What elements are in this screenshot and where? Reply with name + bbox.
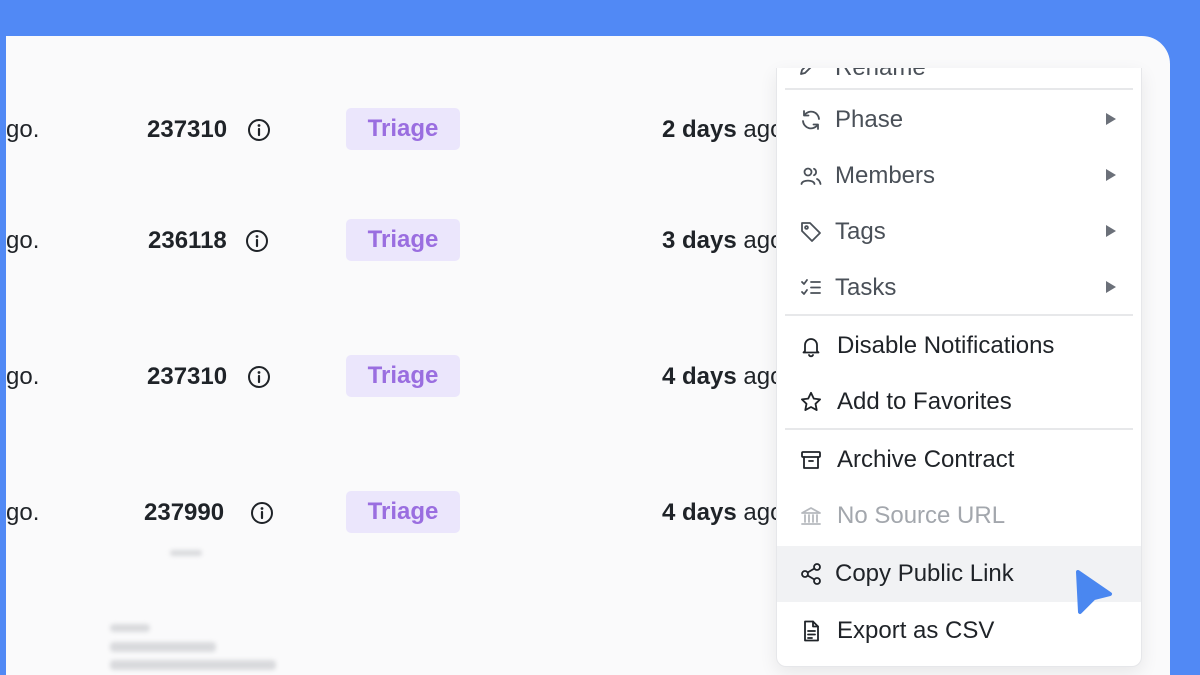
contract-id: 237310: [147, 363, 228, 390]
updated-ago: go.: [6, 363, 40, 390]
menu-label: Export as CSV: [837, 617, 995, 644]
menu-divider: [785, 428, 1133, 430]
due-text: 4 days ago: [662, 363, 784, 390]
menu-label: Disable Notifications: [837, 332, 1055, 359]
menu-item-archive-contract[interactable]: Archive Contract: [777, 432, 1141, 488]
menu-divider: [785, 314, 1133, 316]
blurred-text: [110, 624, 150, 632]
due-text: 2 days ago: [662, 116, 784, 143]
menu-label: Add to Favorites: [837, 388, 1012, 415]
menu-label: Tags: [835, 218, 886, 245]
checklist-icon: [801, 279, 821, 295]
contract-id: 237310: [147, 116, 228, 143]
chevron-right-icon: [1106, 113, 1116, 125]
menu-item-add-to-favorites[interactable]: Add to Favorites: [777, 374, 1141, 430]
blurred-text: [110, 660, 276, 670]
archive-icon: [801, 451, 821, 469]
status-badge: Triage: [346, 355, 460, 397]
info-icon[interactable]: [247, 365, 271, 389]
table-row[interactable]: go. 237990 Triage 4 days ago: [6, 483, 786, 543]
menu-label: Archive Contract: [837, 446, 1015, 473]
table-row[interactable]: go. 237310 Triage 4 days ago: [6, 347, 786, 407]
pencil-icon: [800, 68, 812, 75]
star-icon: [801, 391, 821, 411]
updated-ago: go.: [6, 227, 40, 254]
chevron-right-icon: [1106, 169, 1116, 181]
table-row[interactable]: go. 237310 Triage 2 days ago: [6, 100, 786, 160]
menu-item-phase[interactable]: Phase: [777, 92, 1141, 148]
table-row[interactable]: go. 236118 Triage 3 days ago: [6, 211, 786, 271]
status-badge: Triage: [346, 491, 460, 533]
blurred-text: [110, 642, 216, 652]
blurred-text: [170, 550, 202, 556]
tag-icon: [801, 222, 821, 242]
status-badge: Triage: [346, 219, 460, 261]
updated-ago: go.: [6, 116, 40, 143]
status-badge: Triage: [346, 108, 460, 150]
menu-label: No Source URL: [837, 502, 1006, 529]
chevron-right-icon: [1106, 281, 1116, 293]
menu-label: Copy Public Link: [835, 560, 1014, 587]
due-text: 3 days ago: [662, 227, 784, 254]
updated-ago: go.: [6, 499, 40, 526]
mouse-cursor-icon: [1076, 570, 1112, 614]
users-icon: [800, 167, 822, 185]
menu-divider: [785, 88, 1133, 90]
refresh-icon: [802, 110, 820, 130]
menu-label: Phase: [835, 106, 904, 133]
info-icon[interactable]: [247, 118, 271, 142]
menu-item-tags[interactable]: Tags: [777, 204, 1141, 260]
info-icon[interactable]: [245, 229, 269, 253]
info-icon[interactable]: [250, 501, 274, 525]
share-icon: [801, 563, 821, 585]
contract-id: 237990: [144, 499, 225, 526]
menu-item-disable-notifications[interactable]: Disable Notifications: [777, 318, 1141, 374]
chevron-right-icon: [1106, 225, 1116, 237]
menu-label: Tasks: [835, 274, 897, 301]
contract-id: 236118: [148, 227, 227, 254]
menu-item-no-source-url: No Source URL: [777, 488, 1141, 544]
bell-icon: [802, 338, 820, 358]
due-text: 4 days ago: [662, 499, 784, 526]
menu-label: Members: [835, 162, 936, 189]
file-text-icon: [804, 620, 819, 642]
menu-item-tasks[interactable]: Tasks: [777, 260, 1141, 316]
menu-item-members[interactable]: Members: [777, 148, 1141, 204]
bank-icon: [801, 507, 821, 525]
